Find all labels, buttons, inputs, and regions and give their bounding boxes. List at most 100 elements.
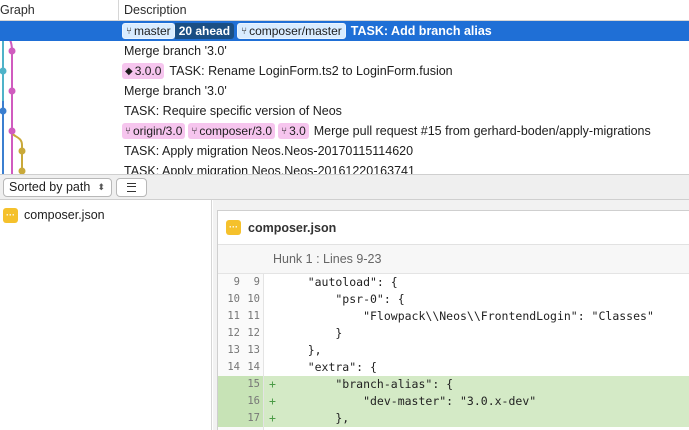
new-line-number: 13: [247, 344, 260, 356]
new-line-number: 9: [253, 276, 260, 288]
sort-select[interactable]: Sorted by path ⬍: [3, 178, 112, 197]
diff-marker: +: [269, 377, 276, 391]
remote-badge[interactable]: ⑂ composer/3.0: [188, 123, 276, 139]
list-icon: [127, 183, 136, 192]
file-list-item-name: composer.json: [24, 208, 105, 222]
diff-line-context[interactable]: 12 12 }: [218, 325, 689, 342]
old-line-number: 9: [233, 276, 240, 288]
commit-description: TASK: Require specific version of Neos: [122, 101, 342, 121]
commit-message: TASK: Rename LoginForm.ts2 to LoginForm.…: [169, 64, 453, 78]
old-line-number: 10: [227, 293, 240, 305]
badge-label: origin/3.0: [133, 124, 183, 138]
diff-card: ··· composer.json Hunk 1 : Lines 9-23 99…: [217, 210, 689, 430]
new-line-number: 11: [247, 310, 260, 322]
commit-description: TASK: Apply migration Neos.Neos-20170115…: [122, 141, 413, 161]
diff-code: "Flowpack\\Neos\\FrontendLogin": "Classe…: [280, 309, 654, 323]
diff-code: "autoload": {: [280, 275, 398, 289]
diff-line-added[interactable]: 15 + "branch-alias": {: [218, 376, 689, 393]
diff-code: },: [280, 343, 322, 357]
diff-lines: 9 9 "autoload": { 10 10 "psr-0": { 11 11 "Flo…: [218, 274, 689, 430]
commit-description: TASK: Apply migration Neos.Neos-20161220…: [122, 161, 415, 174]
diff-line-context[interactable]: 14 14 "extra": {: [218, 359, 689, 376]
json-file-icon: ···: [226, 220, 241, 235]
commit-row[interactable]: ⑂ origin/3.0 ⑂ composer/3.0 ⑂ 3.0 Merge pull r…: [0, 121, 689, 141]
commit-message: TASK: Apply migration Neos.Neos-20170115…: [124, 144, 414, 158]
commit-message: TASK: Apply migration Neos.Neos-20161220…: [124, 164, 415, 174]
file-list-item[interactable]: ··· composer.json: [0, 204, 211, 226]
badge-label: 3.0.0: [134, 64, 162, 78]
diff-pane: ··· composer.json Hunk 1 : Lines 9-23 99…: [213, 200, 689, 430]
list-view-button[interactable]: [116, 178, 147, 197]
commit-description: ⑂ origin/3.0 ⑂ composer/3.0 ⑂ 3.0 Merge pull r…: [122, 121, 651, 141]
commit-description: ◆ 3.0.0 TASK: Rename LoginForm.ts2 to Logi…: [122, 61, 453, 81]
column-header-graph[interactable]: Graph: [0, 0, 119, 21]
chevron-updown-icon: ⬍: [97, 182, 105, 192]
branch-icon: ⑂: [125, 125, 131, 137]
json-file-icon: ···: [3, 207, 18, 223]
hunk-label: Hunk 1 : Lines 9-23: [273, 252, 382, 266]
tag-icon: ◆: [125, 65, 133, 77]
branch-icon: ⑂: [281, 125, 288, 137]
diff-code: }: [280, 326, 343, 340]
diff-line-context[interactable]: 13 13 },: [218, 342, 689, 359]
diff-file-header: ··· composer.json: [218, 211, 689, 245]
column-header-description[interactable]: Description: [124, 0, 187, 21]
commit-row[interactable]: TASK: Apply migration Neos.Neos-20170115…: [0, 141, 689, 161]
commit-message: TASK: Add branch alias: [350, 24, 492, 38]
commit-message: Merge pull request #15 from gerhard-bode…: [313, 124, 651, 138]
old-line-number: 12: [227, 327, 240, 339]
branch-icon: ⑂: [241, 25, 248, 37]
diff-code: "branch-alias": {: [280, 377, 454, 391]
commit-row[interactable]: ⑂ master 20 ahead ⑂ composer/master TASK: Add…: [0, 21, 689, 41]
ahead-badge[interactable]: 20 ahead: [174, 23, 235, 39]
old-line-number: 13: [227, 344, 240, 356]
hunk-header[interactable]: Hunk 1 : Lines 9-23: [218, 245, 689, 274]
commit-row[interactable]: Merge branch '3.0': [0, 81, 689, 101]
commit-row[interactable]: TASK: Require specific version of Neos: [0, 101, 689, 121]
new-line-number: 16: [247, 395, 260, 407]
diff-line-context[interactable]: 11 11 "Flowpack\\Neos\\FrontendLogin": "C…: [218, 308, 689, 325]
old-line-number: 14: [227, 361, 240, 373]
commit-message: Merge branch '3.0': [124, 84, 227, 98]
badge-label: 20 ahead: [178, 24, 231, 38]
file-toolbar: Sorted by path ⬍: [0, 174, 689, 200]
diff-line-added[interactable]: 17 + },: [218, 410, 689, 427]
diff-line-added[interactable]: 16 + "dev-master": "3.0.x-dev": [218, 393, 689, 410]
badge-label: 3.0: [289, 124, 306, 138]
commit-log: Graph Description ⑂ master 20 ahead ⑂ compos…: [0, 0, 689, 174]
new-line-number: 12: [247, 327, 260, 339]
new-line-number: 10: [247, 293, 260, 305]
badge-label: master: [134, 24, 171, 38]
diff-marker: +: [269, 411, 276, 425]
branch-badge[interactable]: ⑂ master: [122, 23, 175, 39]
diff-code: "psr-0": {: [280, 292, 405, 306]
commit-description: Merge branch '3.0': [122, 41, 227, 61]
diff-marker: +: [269, 394, 276, 408]
diff-line-context[interactable]: 9 9 "autoload": {: [218, 274, 689, 291]
diff-code: "extra": {: [280, 360, 377, 374]
commit-row[interactable]: ◆ 3.0.0 TASK: Rename LoginForm.ts2 to Logi…: [0, 61, 689, 81]
commit-message: Merge branch '3.0': [124, 44, 227, 58]
diff-code: },: [280, 411, 350, 425]
branch-icon: ⑂: [126, 25, 132, 37]
old-line-number: 11: [227, 310, 240, 322]
commit-row[interactable]: TASK: Apply migration Neos.Neos-20161220…: [0, 161, 689, 174]
diff-code: "dev-master": "3.0.x-dev": [280, 394, 537, 408]
commit-description: ⑂ master 20 ahead ⑂ composer/master TASK: Add…: [122, 21, 492, 41]
branch-badge[interactable]: ⑂ composer/master: [237, 23, 346, 39]
branch-icon: ⑂: [191, 125, 198, 137]
sort-select-label: Sorted by path: [9, 180, 91, 194]
remote-badge[interactable]: ⑂ 3.0: [278, 123, 309, 139]
log-header: Graph Description: [0, 0, 689, 21]
new-line-number: 15: [247, 378, 260, 390]
commit-row[interactable]: Merge branch '3.0': [0, 41, 689, 61]
diff-line-context[interactable]: 10 10 "psr-0": {: [218, 291, 689, 308]
diff-file-name: composer.json: [248, 220, 337, 235]
changed-files-list: ··· composer.json: [0, 200, 212, 430]
new-line-number: 17: [247, 412, 260, 424]
new-line-number: 14: [247, 361, 260, 373]
remote-badge[interactable]: ⑂ origin/3.0: [122, 123, 186, 139]
badge-label: composer/master: [249, 24, 342, 38]
badge-label: composer/3.0: [199, 124, 273, 138]
tag-badge[interactable]: ◆ 3.0.0: [122, 63, 165, 79]
